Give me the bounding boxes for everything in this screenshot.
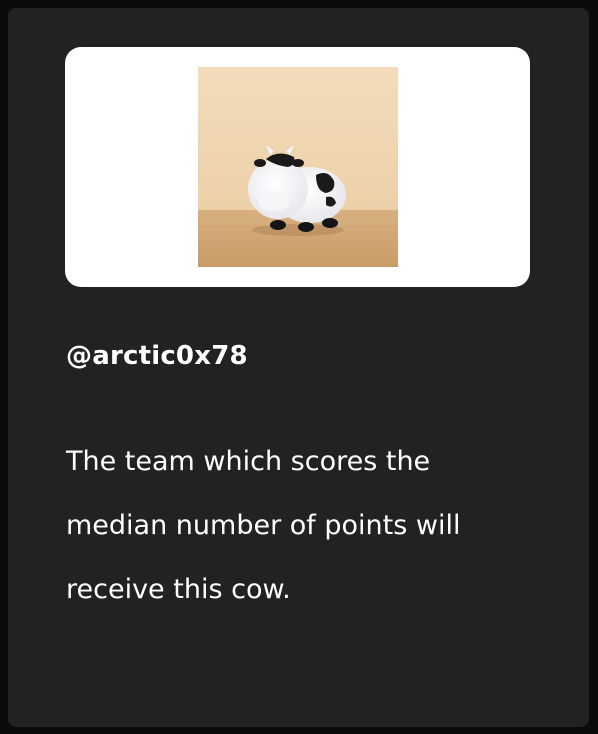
username: @arctic0x78 [66,341,248,371]
cow-plush-photo [197,67,398,267]
post-message: The team which scores the median number … [66,446,461,605]
post-card: @arctic0x78 The team which scores the me… [8,8,589,727]
image-panel [65,47,530,287]
